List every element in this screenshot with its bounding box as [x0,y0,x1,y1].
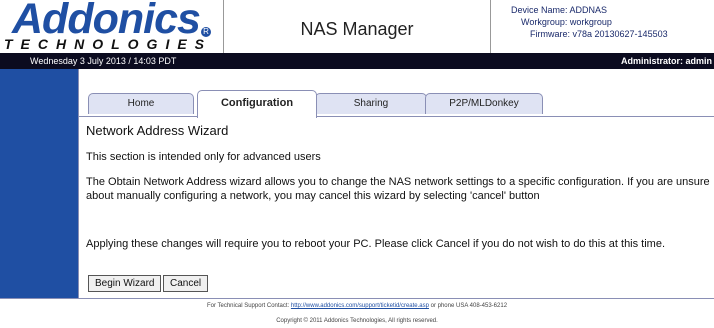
cancel-button[interactable]: Cancel [163,275,209,292]
page-title: Network Address Wizard [86,123,229,138]
tab-configuration[interactable]: Configuration [197,90,317,118]
tab-sharing[interactable]: Sharing [315,93,427,114]
copyright: Copyright © 2011 Addonics Technologies, … [276,318,438,324]
firmware-version: Firmware: v78a 20130627-145503 [530,29,668,39]
device-name: Device Name: ADDNAS [511,5,608,15]
begin-wizard-button[interactable]: Begin Wizard [88,275,162,292]
date-time: Wednesday 3 July 2013 / 14:03 PDT [30,56,177,66]
support-suffix: or phone USA 408-453-6212 [428,303,508,309]
workgroup: Workgroup: workgroup [521,17,612,27]
reboot-warning: Applying these changes will require you … [86,238,666,250]
wizard-description: The Obtain Network Address wizard allows… [86,176,710,202]
left-band [0,69,78,298]
support-line: For Technical Support Contact: http://ww… [0,303,714,309]
main-content: Network Address Wizard This section is i… [78,116,714,299]
support-prefix: For Technical Support Contact: [206,303,291,309]
logo-subtitle: TECHNOLOGIES [4,36,213,52]
tab-p2p-mldonkey[interactable]: P2P/MLDonkey [425,93,543,114]
footer-divider [0,298,714,299]
status-bar: Wednesday 3 July 2013 / 14:03 PDT Admini… [0,53,714,69]
addonics-logo[interactable]: Addonics R TECHNOLOGIES [0,0,224,53]
advanced-users-note: This section is intended only for advanc… [86,151,321,163]
admin-user: Administrator: admin [620,56,712,66]
app-title: NAS Manager [224,0,491,53]
header: Addonics R TECHNOLOGIES NAS Manager Devi… [0,0,714,53]
tab-home[interactable]: Home [88,93,194,114]
logo-wordmark: Addonics [12,0,201,43]
content-divider [78,69,79,298]
support-link[interactable]: http://www.addonics.com/support/ticketid… [291,303,429,309]
tab-bar: Home Configuration Sharing P2P/MLDonkey [78,69,714,118]
